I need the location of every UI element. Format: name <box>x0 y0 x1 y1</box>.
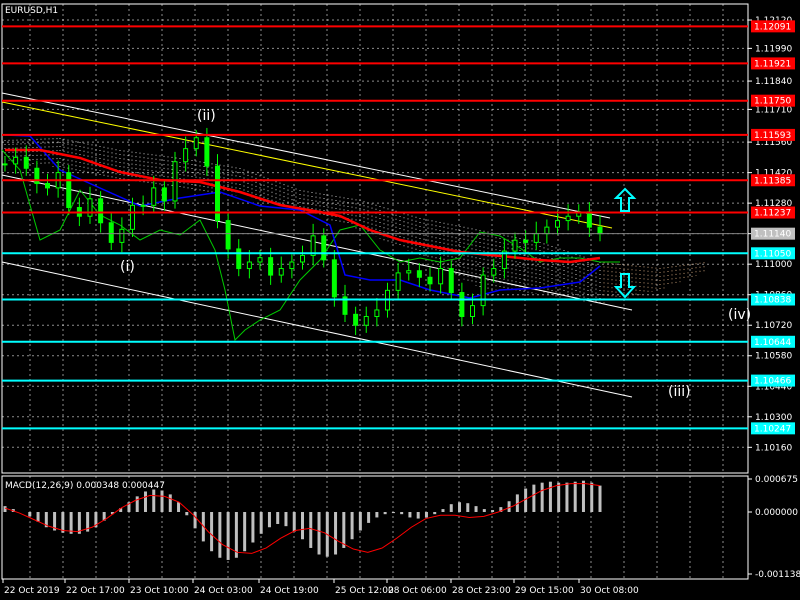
candle-body <box>523 239 529 243</box>
candle-body <box>491 268 497 276</box>
candle-body <box>289 261 295 270</box>
level-price-label: 1.11921 <box>754 59 791 69</box>
level-price-label: 1.11750 <box>754 97 791 107</box>
x-tick-label: 22 Oct 2019 <box>4 586 60 596</box>
wave-label: (i) <box>120 259 135 275</box>
candle-body <box>406 270 412 274</box>
eurusd-chart: 1.121201.119901.118401.117101.115601.114… <box>1 3 800 596</box>
down-arrow-icon <box>613 273 637 299</box>
candle-body <box>140 204 146 207</box>
candle-body <box>438 268 444 285</box>
level-price-label: 1.10247 <box>754 424 791 434</box>
candle-body <box>2 163 8 166</box>
candle-body <box>586 211 592 228</box>
candle-body <box>448 268 454 294</box>
candle-body <box>512 239 518 252</box>
candle-body <box>119 228 125 243</box>
x-tick-label: 22 Oct 17:00 <box>66 586 125 596</box>
candle-body <box>544 226 550 235</box>
wave-label: (iv) <box>728 307 751 323</box>
candle-body <box>151 187 157 206</box>
macd-label: MACD(12,26,9) 0.000348 0.000447 <box>5 481 165 491</box>
candle-body <box>66 172 72 209</box>
up-arrow-icon <box>613 187 637 212</box>
level-price-label: 1.11385 <box>754 176 791 186</box>
level-price-label: 1.11593 <box>754 131 791 141</box>
candle-body <box>161 187 167 202</box>
y-tick-label: 1.11000 <box>755 260 792 270</box>
x-tick-label: 24 Oct 03:00 <box>194 586 253 596</box>
candle-body <box>23 156 29 169</box>
y-tick-label: 1.10720 <box>755 321 792 331</box>
x-tick-label: 28 Oct 23:00 <box>452 586 511 596</box>
macd-panel-frame <box>1 475 749 580</box>
price-panel-frame <box>1 3 749 474</box>
candle-body <box>45 183 50 189</box>
moving-average-line <box>5 148 601 264</box>
wave-label: (iii) <box>668 384 691 400</box>
level-price-label: 1.10466 <box>754 377 791 387</box>
candle-body <box>459 292 465 318</box>
current-price-label: 1.11140 <box>754 230 791 240</box>
x-tick-label: 25 Oct 12:00 <box>335 586 394 596</box>
candle-body <box>204 137 210 167</box>
level-price-label: 1.11237 <box>754 209 791 219</box>
x-tick-label: 28 Oct 06:00 <box>388 586 447 596</box>
y-tick-label: 1.11710 <box>755 105 792 115</box>
candle-body <box>130 204 135 230</box>
candle-body <box>363 316 369 326</box>
macd-y-tick-label: -0.001138 <box>755 570 800 580</box>
candle-body <box>300 254 305 263</box>
candle-body <box>597 226 603 235</box>
macd-y-tick-label: 0.000000 <box>755 508 798 518</box>
macd-histogram-group <box>3 480 602 560</box>
candle-body <box>225 220 231 250</box>
x-tick-label: 30 Oct 08:00 <box>580 586 639 596</box>
candle-body <box>416 270 422 278</box>
candle-body <box>565 215 571 222</box>
y-tick-label: 1.11840 <box>755 77 792 87</box>
level-price-label: 1.12091 <box>754 22 791 32</box>
candle-body <box>374 309 380 318</box>
candle-body <box>246 261 252 270</box>
candles-group <box>2 127 603 336</box>
candle-body <box>172 161 178 202</box>
wave-label: (ii) <box>197 108 216 124</box>
level-price-label: 1.10838 <box>754 296 791 306</box>
candle-body <box>236 248 242 270</box>
candle-body <box>427 276 433 285</box>
candle-body <box>183 148 189 163</box>
channel-upper-line <box>1 92 611 219</box>
y-tick-label: 1.10580 <box>755 352 792 362</box>
level-price-label: 1.10644 <box>754 338 791 348</box>
chart-title: EURUSD,H1 <box>5 6 58 16</box>
candle-body <box>321 235 327 261</box>
candle-body <box>87 198 93 217</box>
candle-body <box>470 305 475 318</box>
y-tick-label: 1.10300 <box>755 413 792 423</box>
candle-body <box>278 268 284 276</box>
x-tick-label: 24 Oct 19:00 <box>260 586 319 596</box>
candle-body <box>268 257 274 276</box>
candle-body <box>555 220 560 228</box>
candle-body <box>395 272 401 291</box>
candle-body <box>98 198 104 224</box>
x-tick-label: 23 Oct 10:00 <box>130 586 189 596</box>
macd-y-tick-label: 0.000675 <box>755 475 798 485</box>
candle-body <box>13 156 19 165</box>
candle-body <box>193 137 199 150</box>
candle-body <box>533 233 539 243</box>
candle-body <box>257 257 263 263</box>
kijun-line <box>4 134 601 299</box>
candle-body <box>480 274 486 307</box>
candle-body <box>331 259 337 298</box>
level-price-label: 1.11050 <box>754 249 791 259</box>
candle-body <box>353 313 359 326</box>
candle-body <box>108 222 114 243</box>
x-tick-label: 29 Oct 15:00 <box>515 586 574 596</box>
y-tick-label: 1.11990 <box>755 44 792 54</box>
y-tick-label: 1.10160 <box>755 443 792 453</box>
